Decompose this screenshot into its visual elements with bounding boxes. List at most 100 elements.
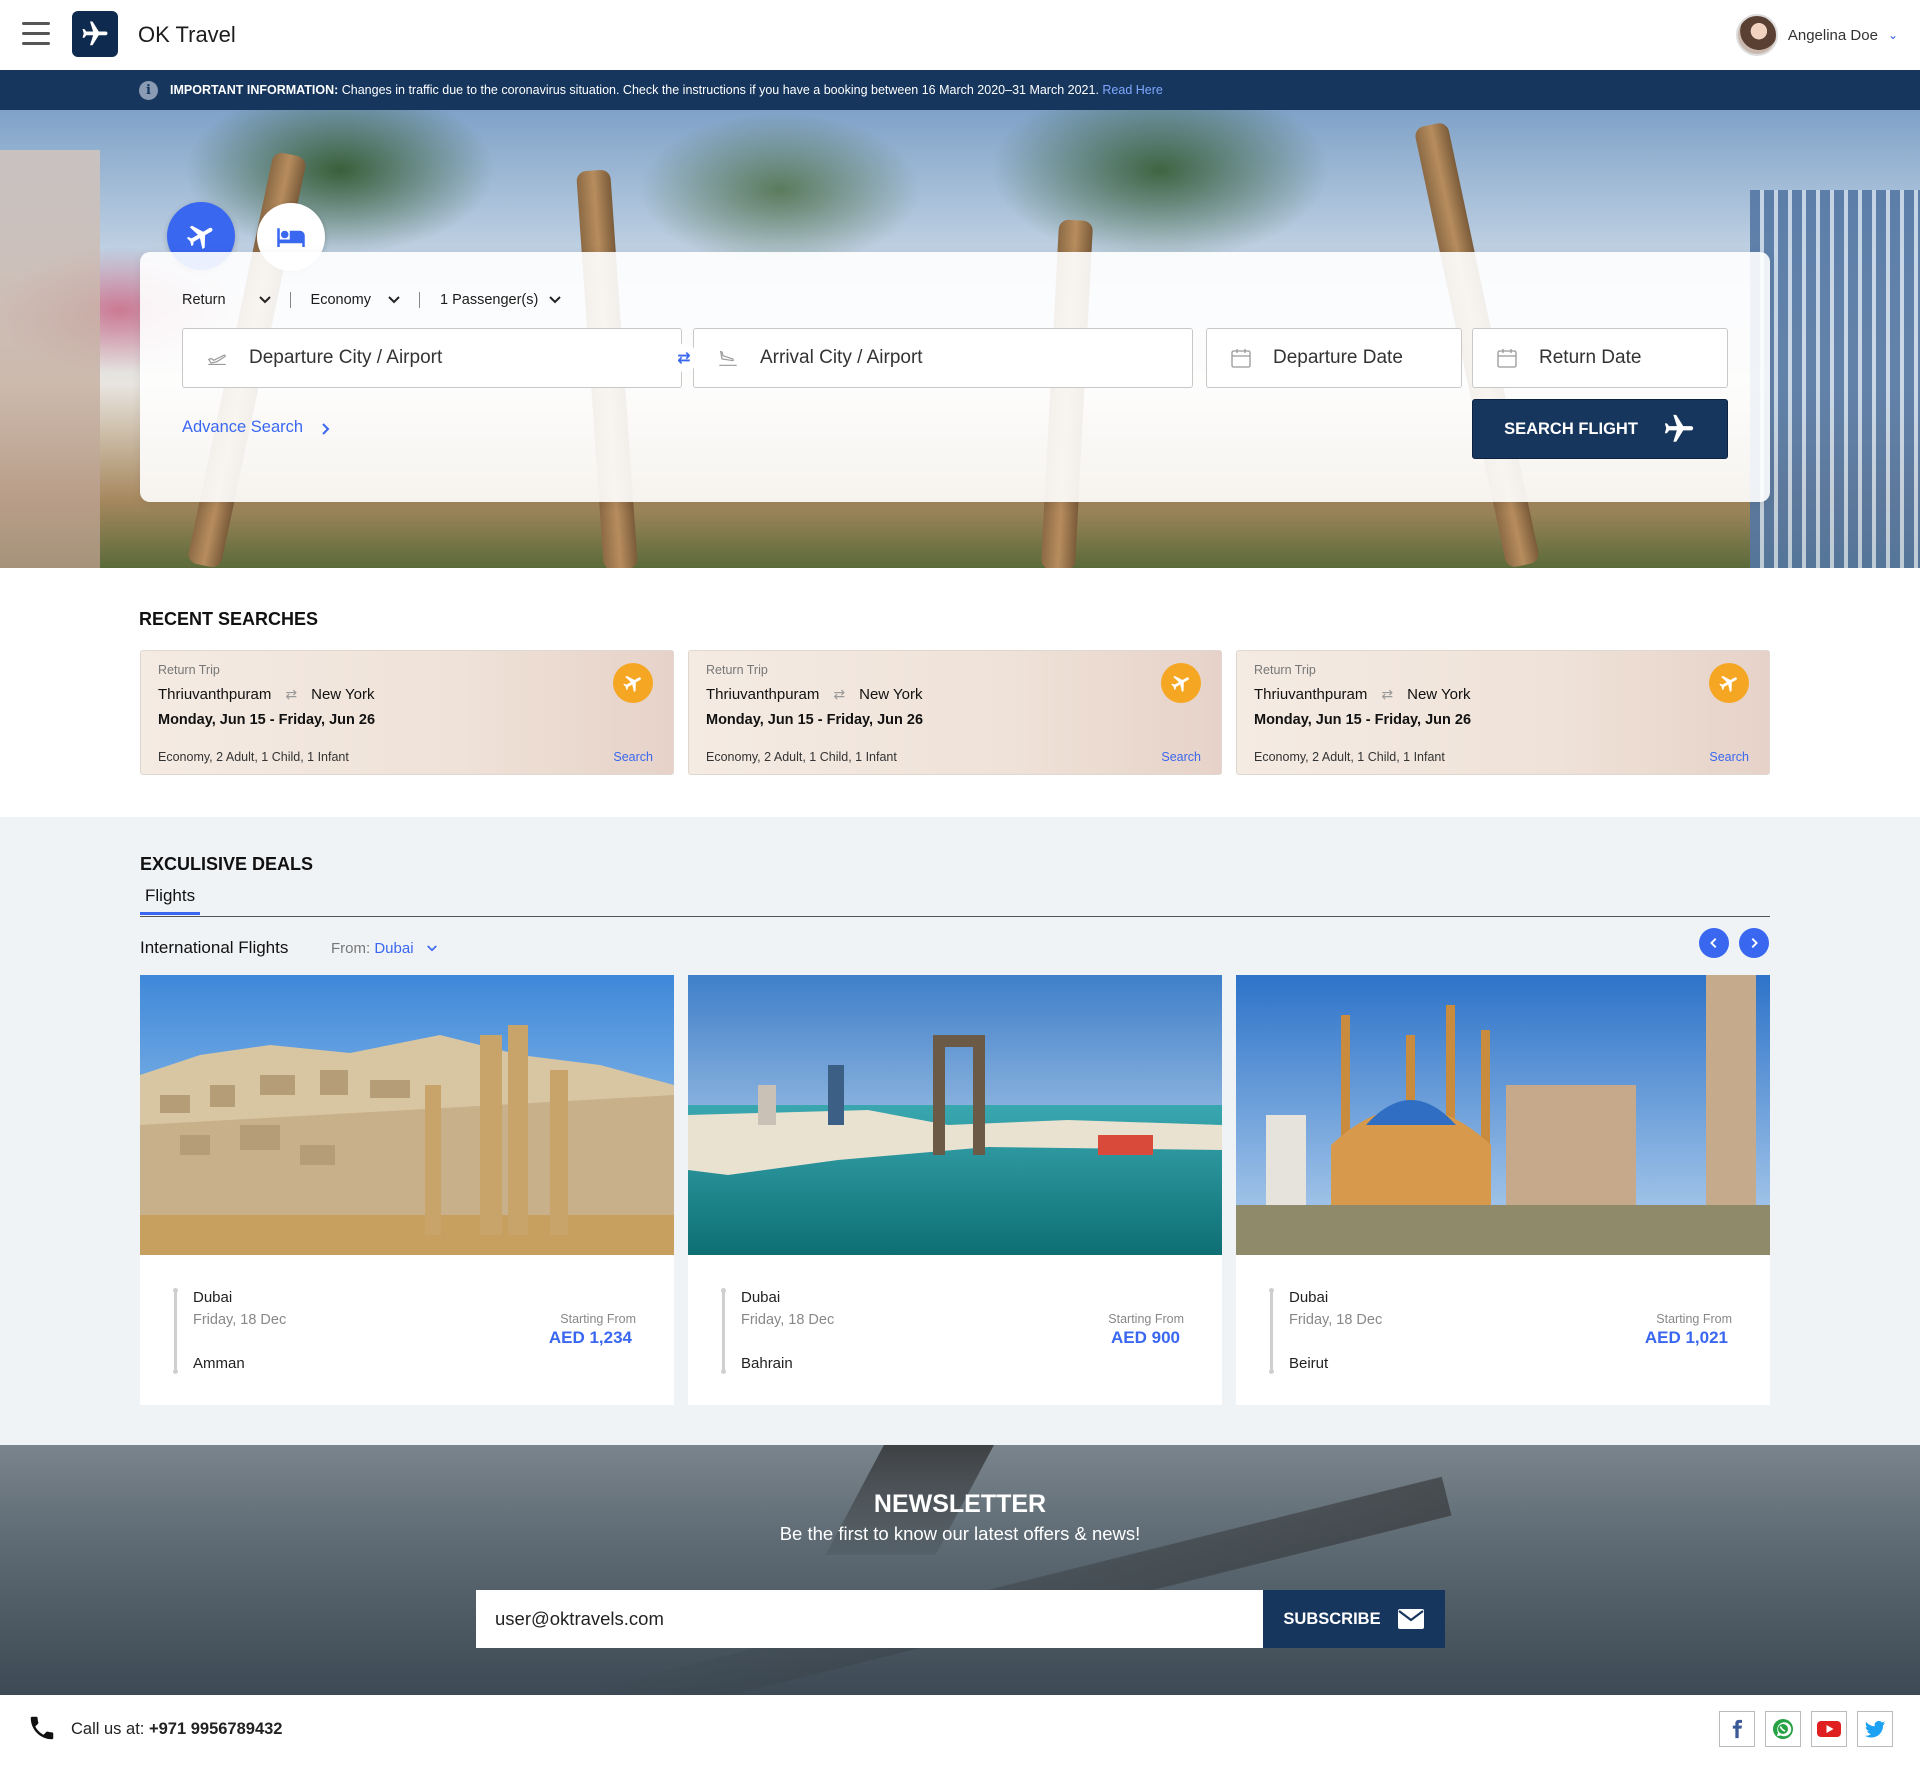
deal-destination: Beirut	[1289, 1355, 1329, 1372]
search-flight-button[interactable]: SEARCH FLIGHT	[1472, 399, 1728, 459]
menu-icon[interactable]	[22, 22, 50, 46]
route: Thriuvanthpuram ⇄ New York	[706, 686, 923, 703]
tab-flights[interactable]: Flights	[140, 886, 201, 915]
airplane-icon	[1161, 663, 1201, 703]
swap-cities-icon[interactable]: ⇄	[670, 344, 698, 372]
airplane-icon	[1664, 414, 1694, 442]
travel-dates: Monday, Jun 15 - Friday, Jun 26	[1254, 712, 1472, 728]
destination-photo	[140, 975, 674, 1255]
deal-card[interactable]: Dubai Friday, 18 Dec Beirut Starting Fro…	[1236, 975, 1770, 1405]
travel-details: Economy, 2 Adult, 1 Child, 1 Infant	[1254, 750, 1445, 764]
info-text: Changes in traffic due to the coronaviru…	[341, 83, 1099, 97]
airplane-icon	[1709, 663, 1749, 703]
route: Thriuvanthpuram ⇄ New York	[1254, 686, 1471, 703]
recent-search-card[interactable]: Return Trip Thriuvanthpuram ⇄ New York M…	[140, 650, 674, 775]
flight-search-panel: Return Economy 1 Passenger(s) Departure …	[140, 252, 1770, 502]
deal-card[interactable]: Dubai Friday, 18 Dec Bahrain Starting Fr…	[688, 975, 1222, 1405]
passengers-select[interactable]: 1 Passenger(s)	[440, 292, 580, 308]
avatar	[1735, 14, 1778, 56]
newsletter-email-input[interactable]	[476, 1590, 1263, 1648]
search-again-link[interactable]: Search	[1161, 750, 1201, 764]
hero-background-building	[0, 150, 100, 568]
chevron-down-icon	[258, 293, 272, 308]
departure-date-field[interactable]: Departure Date	[1206, 328, 1462, 388]
deal-date: Friday, 18 Dec	[1289, 1312, 1383, 1328]
deal-origin: Dubai	[1289, 1289, 1329, 1306]
facebook-icon[interactable]	[1719, 1711, 1755, 1747]
airplane-icon	[613, 663, 653, 703]
takeoff-icon	[203, 346, 231, 370]
deals-title: EXCULISIVE DEALS	[140, 854, 314, 874]
chevron-right-icon	[321, 418, 331, 441]
origin-city-select[interactable]: From: Dubai	[331, 940, 438, 957]
trip-type: Return Trip	[706, 663, 768, 677]
route-line	[173, 1288, 178, 1374]
logo[interactable]	[72, 11, 118, 57]
advance-search-link[interactable]: Advance Search	[182, 418, 331, 441]
destination: New York	[1407, 686, 1471, 703]
newsletter-title: NEWSLETTER	[873, 1490, 1047, 1518]
travel-details: Economy, 2 Adult, 1 Child, 1 Infant	[158, 750, 349, 764]
chevron-left-icon	[1710, 938, 1717, 948]
brand-name: OK Travel	[138, 22, 236, 47]
user-name: Angelina Doe	[1787, 26, 1878, 44]
hero-background-building	[1750, 190, 1920, 568]
origin: Thriuvanthpuram	[158, 686, 272, 703]
route: Thriuvanthpuram ⇄ New York	[158, 686, 375, 703]
origin: Thriuvanthpuram	[706, 686, 820, 703]
bed-icon	[277, 228, 305, 247]
round-trip-icon: ⇄	[833, 686, 846, 702]
deal-card[interactable]: Dubai Friday, 18 Dec Amman Starting From…	[140, 975, 674, 1405]
return-date-placeholder: Return Date	[1539, 347, 1642, 368]
trip-type: Return Trip	[158, 663, 220, 677]
price-label: Starting From	[1656, 1312, 1732, 1326]
departure-city-field[interactable]: Departure City / Airport	[182, 328, 682, 388]
carousel-next-button[interactable]	[1739, 928, 1769, 958]
phone-number[interactable]: +971 9956789432	[149, 1720, 283, 1738]
price-label: Starting From	[560, 1312, 636, 1326]
trip-type-select[interactable]: Return	[182, 292, 290, 308]
info-label: IMPORTANT INFORMATION:	[170, 83, 339, 97]
recent-search-card[interactable]: Return Trip Thriuvanthpuram ⇄ New York M…	[688, 650, 1222, 775]
read-here-link[interactable]: Read Here	[1102, 83, 1162, 97]
landing-icon	[714, 346, 742, 370]
youtube-icon[interactable]	[1811, 1711, 1847, 1747]
newsletter-subtitle: Be the first to know our latest offers &…	[779, 1523, 1141, 1544]
origin: Thriuvanthpuram	[1254, 686, 1368, 703]
hero-banner: Return Economy 1 Passenger(s) Departure …	[0, 110, 1920, 568]
contact-phone: Call us at: +971 9956789432	[71, 1720, 282, 1739]
search-again-link[interactable]: Search	[613, 750, 653, 764]
user-menu[interactable]: Angelina Doe ⌄	[1735, 14, 1898, 56]
calendar-icon	[1227, 346, 1255, 370]
arrival-city-field[interactable]: Arrival City / Airport	[693, 328, 1193, 388]
destination: New York	[311, 686, 375, 703]
departure-date-placeholder: Departure Date	[1273, 347, 1403, 368]
subscribe-button[interactable]: SUBSCRIBE	[1263, 1590, 1445, 1648]
deal-destination: Bahrain	[741, 1355, 793, 1372]
search-again-link[interactable]: Search	[1709, 750, 1749, 764]
carousel-prev-button[interactable]	[1699, 928, 1729, 958]
info-banner: i IMPORTANT INFORMATION: Changes in traf…	[0, 70, 1920, 110]
airplane-icon	[82, 21, 108, 46]
travel-dates: Monday, Jun 15 - Friday, Jun 26	[158, 712, 376, 728]
deals-subtitle: International Flights	[140, 938, 289, 957]
subscribe-label: SUBSCRIBE	[1283, 1609, 1381, 1628]
return-date-field[interactable]: Return Date	[1472, 328, 1728, 388]
deal-destination: Amman	[193, 1355, 245, 1372]
recent-search-card[interactable]: Return Trip Thriuvanthpuram ⇄ New York M…	[1236, 650, 1770, 775]
passengers-value: 1 Passenger(s)	[439, 292, 539, 308]
divider	[289, 292, 291, 308]
top-header: OK Travel Angelina Doe ⌄	[0, 0, 1920, 70]
destination-photo	[1236, 975, 1770, 1255]
search-options: Return Economy 1 Passenger(s)	[182, 292, 580, 308]
route-line	[1269, 1288, 1274, 1374]
from-label: From:	[331, 940, 371, 957]
info-icon: i	[139, 81, 158, 100]
whatsapp-icon[interactable]	[1765, 1711, 1801, 1747]
twitter-icon[interactable]	[1857, 1711, 1893, 1747]
round-trip-icon: ⇄	[1381, 686, 1394, 702]
cabin-class-select[interactable]: Economy	[311, 292, 419, 308]
trip-type-value: Return	[182, 292, 226, 308]
call-label: Call us at:	[71, 1720, 145, 1738]
phone-icon	[30, 1716, 54, 1740]
